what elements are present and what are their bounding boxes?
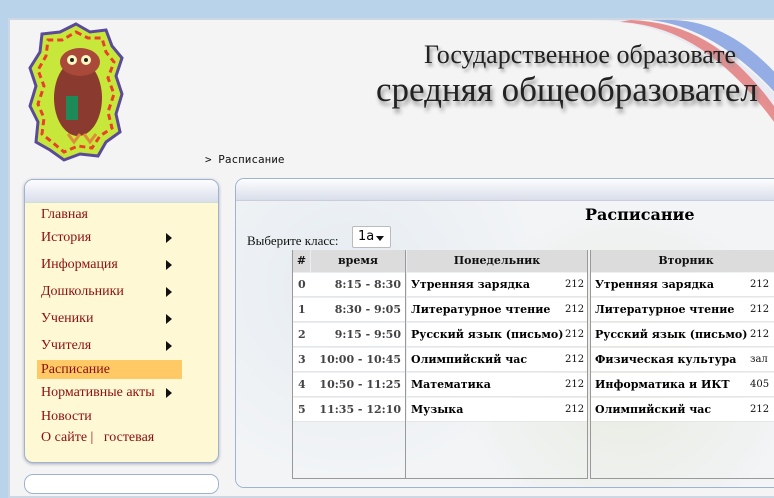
sidebar-item-students[interactable]: Ученики	[37, 309, 182, 328]
lesson-time: 10:00 - 10:45	[319, 353, 401, 366]
sidebar-item-history[interactable]: История	[37, 228, 182, 247]
monday-room: 212	[565, 329, 585, 340]
breadcrumb-separator: >	[205, 153, 212, 166]
sidebar-item-label: Главная	[41, 207, 88, 222]
tuesday-subject: Русский язык (письмо)	[595, 328, 748, 341]
sidebar-item-home[interactable]: Главная	[37, 205, 182, 224]
sidebar-item-schedule[interactable]: Расписание	[37, 360, 182, 379]
monday-subject: Литературное чтение	[411, 303, 551, 316]
sidebar-item-news[interactable]: Новости	[37, 407, 182, 426]
sidebar-header	[25, 180, 218, 203]
class-select[interactable]: 1а	[352, 226, 391, 248]
lesson-time: 9:15 - 9:50	[334, 328, 401, 341]
sidebar-item-label: Дошкольники	[41, 284, 124, 299]
lesson-number: 4	[298, 378, 306, 391]
submenu-arrow-icon	[166, 341, 172, 351]
sidebar-item-label: Расписание	[41, 362, 110, 377]
tuesday-subject: Физическая культура	[595, 353, 737, 366]
sidebar-item-preschoolers[interactable]: Дошкольники	[37, 282, 182, 301]
monday-subject: Утренняя зарядка	[411, 278, 530, 291]
header-monday: Понедельник	[407, 250, 587, 272]
breadcrumb: > Расписание	[205, 153, 284, 166]
lesson-time: 11:35 - 12:10	[319, 403, 401, 416]
sidebar-footer-links: О сайте | гостевая	[37, 428, 182, 447]
lesson-number: 2	[298, 328, 306, 341]
lesson-time: 8:30 - 9:05	[334, 303, 401, 316]
tuesday-subject: Утренняя зарядка	[595, 278, 714, 291]
sidebar-item-teachers[interactable]: Учителя	[37, 336, 182, 355]
monday-subject: Музыка	[411, 403, 464, 416]
monday-room: 212	[565, 354, 585, 365]
lesson-number: 3	[298, 353, 306, 366]
page-title: Расписание	[585, 205, 695, 224]
sidebar-item-label: Новости	[41, 409, 92, 424]
about-site-link[interactable]: О сайте	[41, 430, 87, 445]
submenu-arrow-icon	[166, 233, 172, 243]
tuesday-room: 212	[750, 279, 770, 290]
lesson-number: 0	[298, 278, 306, 291]
breadcrumb-current: Расписание	[218, 153, 285, 166]
class-select-value: 1а	[358, 229, 375, 244]
sidebar-item-label: История	[41, 230, 92, 245]
tuesday-room: 212	[750, 329, 770, 340]
lesson-time: 10:50 - 11:25	[319, 378, 401, 391]
sidebar-item-regulations[interactable]: Нормативные акты	[37, 383, 182, 402]
header-time: время	[311, 250, 405, 272]
monday-subject: Математика	[411, 378, 491, 391]
main-panel-header	[236, 179, 774, 201]
sidebar-item-label: Информация	[41, 257, 118, 272]
monday-room: 212	[565, 404, 585, 415]
submenu-arrow-icon	[166, 388, 172, 398]
monday-subject: Олимпийский час	[411, 353, 528, 366]
tuesday-room: 212	[750, 404, 770, 415]
class-select-label: Выберите класс:	[247, 233, 339, 248]
submenu-arrow-icon	[166, 260, 172, 270]
school-owl-logo[interactable]	[28, 22, 124, 162]
sidebar-item-label: Ученики	[41, 311, 94, 326]
school-name-line1: Государственное образовате	[424, 40, 737, 69]
header-number: #	[293, 250, 310, 272]
header-tuesday: Вторник	[591, 250, 774, 272]
sidebar-menu: Главная История Информация Дошкольники У…	[24, 179, 219, 463]
tuesday-room: 405	[750, 379, 770, 390]
sidebar-item-information[interactable]: Информация	[37, 255, 182, 274]
tuesday-subject: Информатика и ИКТ	[595, 378, 730, 391]
tuesday-room: зал	[750, 354, 768, 365]
lesson-number: 5	[298, 403, 306, 416]
sidebar-secondary-box	[24, 474, 219, 494]
monday-room: 212	[565, 304, 585, 315]
tuesday-subject: Литературное чтение	[595, 303, 735, 316]
sidebar-item-label: Нормативные акты	[41, 385, 155, 400]
submenu-arrow-icon	[166, 314, 172, 324]
monday-room: 212	[565, 379, 585, 390]
monday-room: 212	[565, 279, 585, 290]
submenu-arrow-icon	[166, 287, 172, 297]
guestbook-link[interactable]: гостевая	[104, 430, 154, 445]
link-separator: |	[90, 430, 94, 445]
monday-subject: Русский язык (письмо)	[411, 328, 564, 341]
school-name-line2: средняя общеобразовател	[376, 70, 758, 109]
tuesday-subject: Олимпийский час	[595, 403, 712, 416]
chevron-down-icon	[376, 236, 384, 241]
lesson-number: 1	[298, 303, 306, 316]
lesson-time: 8:15 - 8:30	[334, 278, 401, 291]
tuesday-room: 212	[750, 304, 770, 315]
sidebar-item-label: Учителя	[41, 338, 92, 353]
